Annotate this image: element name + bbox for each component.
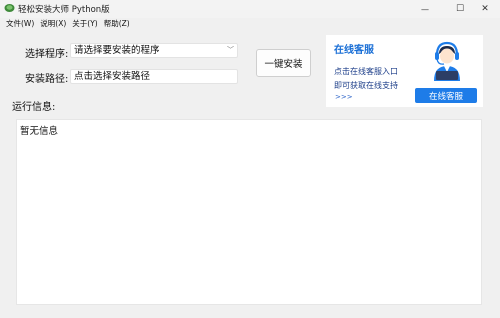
service-title: 在线客服 [334,45,374,56]
log-output[interactable]: 暂无信息 [16,119,482,305]
service-more-link[interactable]: >>> [335,93,353,101]
install-path-value: 点击选择安装路径 [74,71,151,82]
chevron-down-icon: ﹀ [227,46,234,54]
log-label: 运行信息: [12,102,56,113]
path-label: 安装路径: [25,74,69,85]
minimize-button[interactable]: — [410,0,440,18]
minimize-icon: — [421,4,429,14]
app-icon [4,4,15,12]
program-label: 选择程序: [25,49,69,60]
window-title: 轻松安装大师 Python版 [18,5,110,15]
maximize-icon: ☐ [455,4,465,14]
title-bar: 轻松安装大师 Python版 — ☐ ✕ [0,0,500,18]
menu-instructions[interactable]: 说明(X) [37,18,69,30]
online-service-button[interactable]: 在线客服 [415,88,477,103]
service-panel: 在线客服 点击在线客服入口 即可获取在线支持 >>> 在线客服 [326,35,483,107]
service-line-1: 点击在线客服入口 [334,67,398,76]
program-select[interactable]: 请选择要安装的程序 ﹀ [70,43,238,58]
menu-bar: 文件(W) 说明(X) 关于(Y) 帮助(Z) [0,18,500,30]
install-path-field[interactable]: 点击选择安装路径 [70,69,238,84]
menu-about[interactable]: 关于(Y) [69,18,100,30]
install-button[interactable]: 一键安装 [256,49,311,77]
close-icon: ✕ [481,4,489,14]
menu-help[interactable]: 帮助(Z) [101,18,133,30]
menu-file[interactable]: 文件(W) [3,18,37,30]
customer-service-icon [434,41,460,81]
close-button[interactable]: ✕ [470,0,500,18]
service-line-2: 即可获取在线支持 [334,81,398,90]
log-content: 暂无信息 [20,126,59,137]
program-select-value: 请选择要安装的程序 [74,45,160,56]
